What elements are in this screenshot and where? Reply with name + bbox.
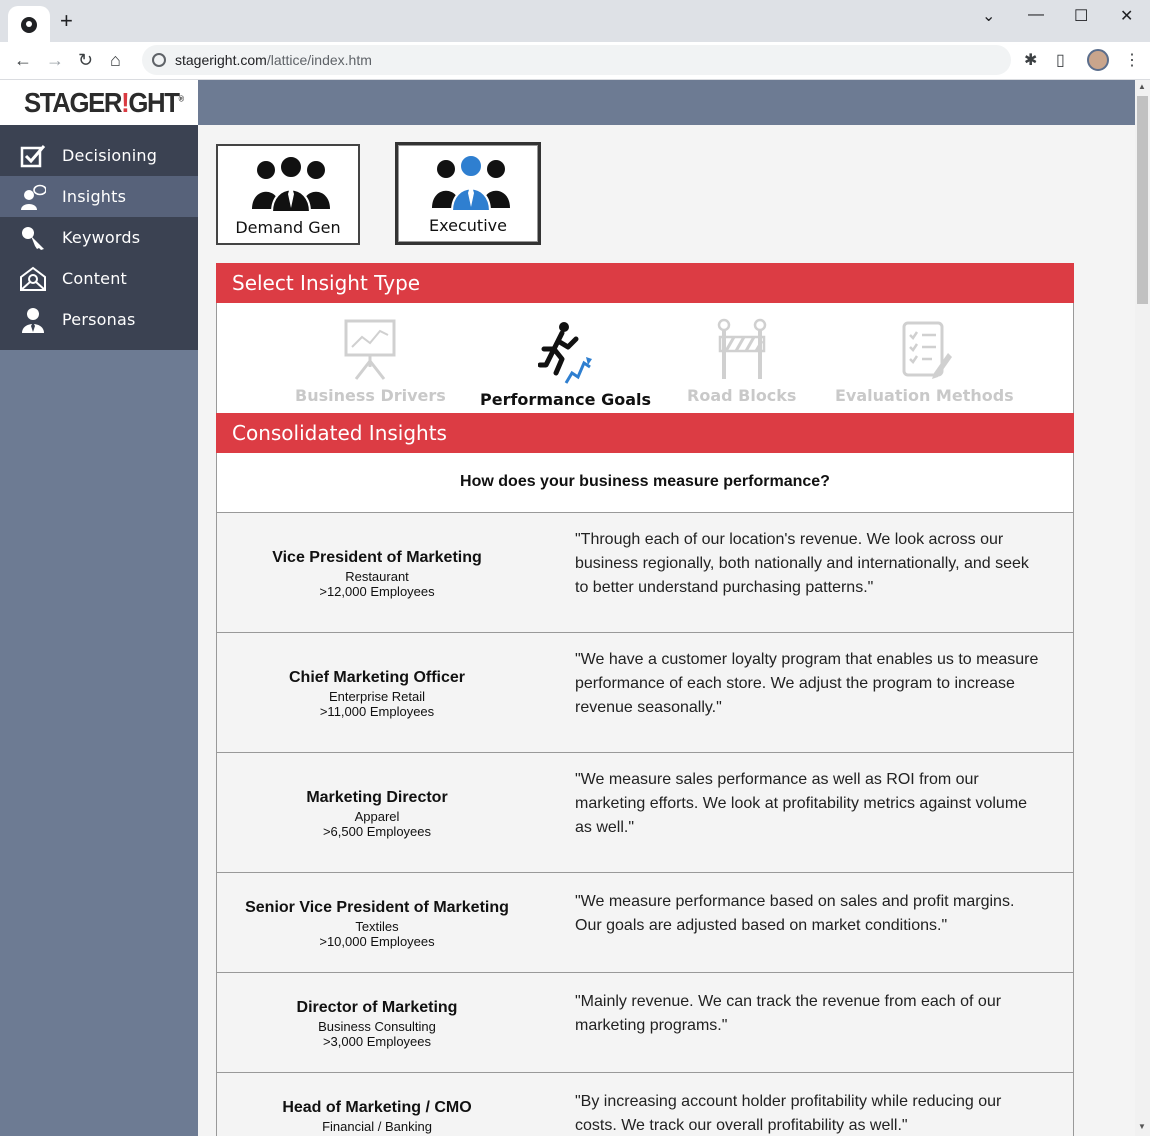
speaker-icon bbox=[21, 184, 46, 210]
team-icon bbox=[432, 154, 510, 212]
new-tab-button[interactable]: + bbox=[60, 10, 73, 32]
insight-role: Marketing Director bbox=[306, 789, 448, 806]
insight-quote: "By increasing account holder profitabil… bbox=[575, 1093, 1002, 1134]
home-icon[interactable]: ⌂ bbox=[110, 49, 121, 71]
runner-stairs-icon bbox=[537, 322, 592, 384]
checkbox-icon bbox=[20, 144, 46, 167]
sidebar-item-keywords[interactable]: Keywords bbox=[0, 217, 198, 258]
scroll-up-icon[interactable]: ▲ bbox=[1138, 82, 1146, 91]
scroll-thumb[interactable] bbox=[1137, 96, 1148, 304]
insight-question: How does your business measure performan… bbox=[216, 453, 1074, 513]
sidebar-item-decisioning[interactable]: Decisioning bbox=[0, 135, 198, 176]
insight-industry: Business Consulting bbox=[318, 1019, 436, 1034]
minimize-button[interactable]: — bbox=[1028, 6, 1044, 24]
insight-industry: Enterprise Retail bbox=[328, 689, 426, 704]
maximize-button[interactable]: ☐ bbox=[1074, 6, 1088, 26]
insight-quote: "Through each of our location's revenue.… bbox=[575, 531, 1029, 596]
person-icon bbox=[22, 307, 44, 333]
browser-tab[interactable] bbox=[8, 6, 50, 42]
insight-company-size: >11,000 Employees bbox=[319, 704, 435, 719]
insight-type-business-drivers[interactable]: Business Drivers bbox=[295, 317, 446, 405]
insight-type-performance-goals[interactable]: Performance Goals bbox=[480, 321, 651, 409]
forward-icon[interactable]: → bbox=[46, 49, 64, 71]
address-bar[interactable]: stageright.com/lattice/index.htm bbox=[142, 45, 1011, 75]
globe-icon bbox=[21, 17, 37, 33]
insight-row: Vice President of Marketing Restaurant >… bbox=[216, 513, 1074, 633]
tab-search-icon[interactable]: ⌄ bbox=[982, 6, 995, 26]
insight-role: Head of Marketing / CMO bbox=[282, 1099, 472, 1116]
sidebar: Decisioning Insights Keywords Content Pe… bbox=[0, 125, 198, 1136]
insight-row: Senior Vice President of Marketing Texti… bbox=[216, 873, 1074, 973]
key-icon bbox=[22, 226, 44, 250]
insight-company-size: >12,000 Employees bbox=[319, 584, 435, 599]
insight-quote: "Mainly revenue. We can track the revenu… bbox=[575, 993, 1002, 1034]
back-icon[interactable]: ← bbox=[14, 49, 32, 71]
close-window-button[interactable]: ✕ bbox=[1120, 6, 1133, 26]
logo-area[interactable]: STAGER!GHT® bbox=[0, 80, 198, 125]
insight-quote: "We have a customer loyalty program that… bbox=[575, 651, 1039, 716]
insight-row: Chief Marketing Officer Enterprise Retai… bbox=[216, 633, 1074, 753]
browser-toolbar: ← → ↻ ⌂ stageright.com/lattice/index.htm… bbox=[0, 42, 1150, 80]
insight-row: Marketing Director Apparel >6,500 Employ… bbox=[216, 753, 1074, 873]
browser-menu-icon[interactable]: ⋮ bbox=[1124, 50, 1140, 70]
envelope-icon bbox=[20, 266, 46, 291]
sidebar-item-personas[interactable]: Personas bbox=[0, 299, 198, 340]
insight-role: Senior Vice President of Marketing bbox=[245, 899, 509, 916]
insight-type-panel: Business Drivers Performance Goals Road … bbox=[216, 303, 1074, 413]
checklist-icon bbox=[902, 321, 953, 379]
extensions-icon[interactable]: ✱ bbox=[1024, 50, 1037, 70]
sidebar-menu: Decisioning Insights Keywords Content Pe… bbox=[0, 125, 198, 350]
insight-industry: Financial / Banking bbox=[322, 1119, 432, 1134]
roadblock-icon bbox=[717, 318, 766, 379]
insight-company-size: >10,000 Employees bbox=[319, 934, 435, 949]
insight-type-header: Select Insight Type bbox=[216, 263, 1074, 303]
insight-type-evaluation-methods[interactable]: Evaluation Methods bbox=[835, 317, 1014, 405]
persona-demand-gen[interactable]: Demand Gen bbox=[216, 144, 360, 245]
side-panel-icon[interactable]: ▯ bbox=[1056, 50, 1065, 70]
reload-icon[interactable]: ↻ bbox=[78, 49, 93, 71]
page-scrollbar[interactable]: ▲ ▼ bbox=[1135, 80, 1150, 1136]
sidebar-item-content[interactable]: Content bbox=[0, 258, 198, 299]
profile-avatar[interactable] bbox=[1087, 49, 1109, 71]
consolidated-insights-header: Consolidated Insights bbox=[216, 413, 1074, 453]
insight-role: Chief Marketing Officer bbox=[288, 669, 466, 686]
sidebar-item-insights[interactable]: Insights bbox=[0, 176, 198, 217]
persona-executive[interactable]: Executive bbox=[395, 142, 541, 245]
scroll-down-icon[interactable]: ▼ bbox=[1138, 1122, 1146, 1131]
insight-type-road-blocks[interactable]: Road Blocks bbox=[687, 317, 796, 405]
site-info-icon[interactable] bbox=[152, 53, 166, 67]
url-text: stageright.com/lattice/index.htm bbox=[175, 52, 372, 68]
presentation-chart-icon bbox=[344, 319, 396, 380]
insight-industry: Apparel bbox=[354, 809, 400, 824]
insight-role: Vice President of Marketing bbox=[272, 549, 482, 566]
insight-industry: Restaurant bbox=[345, 569, 409, 584]
insight-quote: "We measure performance based on sales a… bbox=[575, 893, 1015, 934]
insight-row: Director of Marketing Business Consultin… bbox=[216, 973, 1074, 1073]
top-bar bbox=[198, 80, 1135, 125]
insight-company-size: >3,000 Employees bbox=[322, 1034, 432, 1049]
app-root: STAGER!GHT® Decisioning Insights Keyword… bbox=[0, 80, 1150, 1136]
browser-tabstrip: + ⌄ — ☐ ✕ bbox=[0, 0, 1150, 42]
stageright-logo: STAGER!GHT® bbox=[24, 87, 184, 118]
insight-quote: "We measure sales performance as well as… bbox=[575, 771, 1028, 836]
team-icon bbox=[252, 155, 330, 213]
insight-role: Director of Marketing bbox=[296, 999, 458, 1016]
insight-row: Head of Marketing / CMO Financial / Bank… bbox=[216, 1073, 1074, 1136]
insight-company-size: >6,500 Employees bbox=[322, 824, 432, 839]
insight-industry: Textiles bbox=[355, 919, 399, 934]
